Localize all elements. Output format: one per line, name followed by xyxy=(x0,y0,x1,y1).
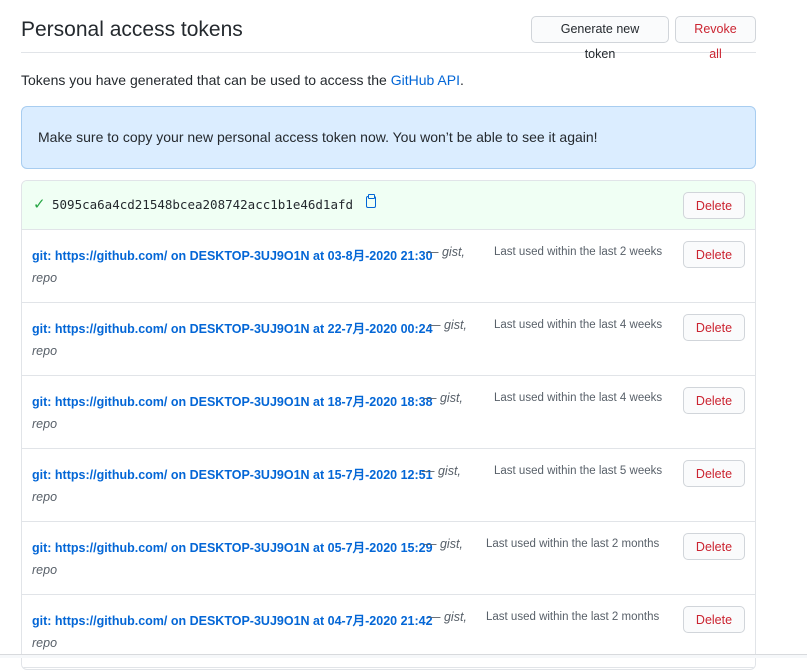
token-last-used: Last used within the last 2 months xyxy=(486,538,660,550)
token-description-link[interactable]: git: https://github.com/ on DESKTOP-3UJ9… xyxy=(32,537,433,556)
token-description-link[interactable]: git: https://github.com/ on DESKTOP-3UJ9… xyxy=(32,610,433,629)
delete-token-button[interactable]: Delete xyxy=(683,533,745,560)
token-row: git: https://github.com/ on DESKTOP-3UJ9… xyxy=(22,449,755,522)
token-scopes-cont: repo xyxy=(32,417,58,431)
clipboard-icon[interactable] xyxy=(366,194,376,208)
delete-token-button[interactable]: Delete xyxy=(683,387,745,414)
token-list: ✓ 5095ca6a4cd21548bcea208742acc1b1e46d1a… xyxy=(21,180,756,670)
delete-token-button[interactable]: Delete xyxy=(683,460,745,487)
intro-text: Tokens you have generated that can be us… xyxy=(21,72,464,88)
token-description-link[interactable]: git: https://github.com/ on DESKTOP-3UJ9… xyxy=(32,464,433,483)
token-last-used: Last used within the last 2 months xyxy=(486,611,660,623)
token-description-link[interactable]: git: https://github.com/ on DESKTOP-3UJ9… xyxy=(32,391,433,410)
generate-new-token-button[interactable]: Generate new token xyxy=(531,16,669,61)
github-api-link[interactable]: GitHub API xyxy=(391,72,460,88)
new-token-row: ✓ 5095ca6a4cd21548bcea208742acc1b1e46d1a… xyxy=(22,181,755,230)
token-last-used: Last used within the last 4 weeks xyxy=(494,319,663,331)
token-scopes-cont: repo xyxy=(32,563,58,577)
token-scopes-cont: repo xyxy=(32,271,58,285)
token-last-used: Last used within the last 2 weeks xyxy=(494,246,663,258)
token-last-used: Last used within the last 5 weeks xyxy=(494,465,663,477)
token-scopes: — gist, xyxy=(424,537,463,551)
check-icon: ✓ xyxy=(33,196,46,213)
token-scopes-cont: repo xyxy=(32,344,58,358)
token-scopes: — gist, xyxy=(424,391,463,405)
token-row: git: https://github.com/ on DESKTOP-3UJ9… xyxy=(22,522,755,595)
token-scopes: — gist, xyxy=(426,245,465,259)
delete-token-button[interactable]: Delete xyxy=(683,606,745,633)
revoke-all-button[interactable]: Revoke all xyxy=(675,16,756,61)
copy-token-flash: Make sure to copy your new personal acce… xyxy=(21,106,756,169)
delete-token-button[interactable]: Delete xyxy=(683,314,745,341)
intro-sentence: Tokens you have generated that can be us… xyxy=(21,72,391,88)
new-token-value[interactable]: 5095ca6a4cd21548bcea208742acc1b1e46d1afd xyxy=(52,197,353,212)
token-last-used: Last used within the last 4 weeks xyxy=(494,392,663,404)
intro-suffix: . xyxy=(459,72,464,88)
token-scopes-cont: repo xyxy=(32,490,58,504)
token-scopes-cont: repo xyxy=(32,636,58,650)
token-scopes: — gist, xyxy=(428,610,467,624)
delete-token-button[interactable]: Delete xyxy=(683,241,745,268)
token-scopes: — gist, xyxy=(422,464,461,478)
token-row: git: https://github.com/ on DESKTOP-3UJ9… xyxy=(22,376,755,449)
viewport-bottom-edge xyxy=(0,654,807,658)
token-row: git: https://github.com/ on DESKTOP-3UJ9… xyxy=(22,230,755,303)
delete-new-token-button[interactable]: Delete xyxy=(683,192,745,219)
token-description-link[interactable]: git: https://github.com/ on DESKTOP-3UJ9… xyxy=(32,318,433,337)
flash-message: Make sure to copy your new personal acce… xyxy=(38,129,598,145)
token-scopes: — gist, xyxy=(428,318,467,332)
page-title: Personal access tokens xyxy=(21,18,243,41)
page-header: Personal access tokens Generate new toke… xyxy=(21,14,756,61)
token-row: git: https://github.com/ on DESKTOP-3UJ9… xyxy=(22,303,755,376)
token-description-link[interactable]: git: https://github.com/ on DESKTOP-3UJ9… xyxy=(32,245,433,264)
